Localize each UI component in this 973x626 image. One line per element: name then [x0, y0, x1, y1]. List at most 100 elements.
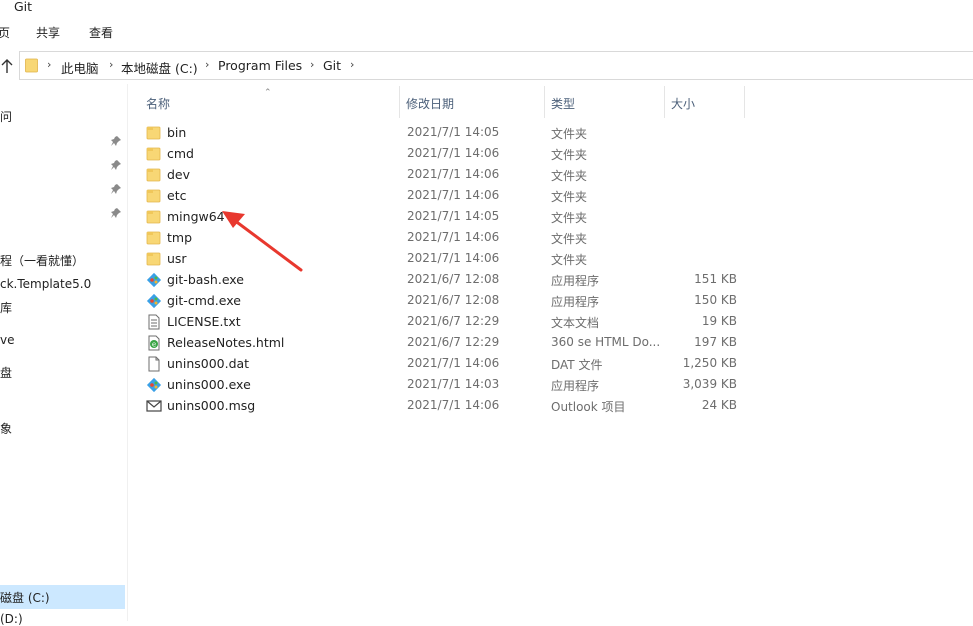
- folder-icon: [146, 210, 161, 224]
- breadcrumb-git[interactable]: Git: [323, 58, 341, 73]
- file-row[interactable]: unins000.exe 2021/7/1 14:03 应用程序 3,039 KB: [140, 374, 750, 395]
- column-header-size[interactable]: 大小: [671, 95, 695, 112]
- address-bar[interactable]: › 此电脑 › 本地磁盘 (C:) › Program Files › Git …: [19, 51, 973, 80]
- file-type: 文件夹: [551, 190, 588, 204]
- pin-icon[interactable]: [111, 208, 121, 218]
- column-divider[interactable]: [744, 86, 745, 118]
- sort-ascending-icon: ⌃: [264, 88, 272, 98]
- nav-item-objects[interactable]: 象: [0, 420, 12, 437]
- pin-icon[interactable]: [111, 160, 121, 170]
- breadcrumb-this-pc[interactable]: 此电脑: [61, 58, 99, 77]
- file-type: DAT 文件: [551, 358, 603, 372]
- file-size: 3,039 KB: [682, 377, 737, 391]
- file-date: 2021/7/1 14:06: [407, 167, 500, 181]
- file-size: 1,250 KB: [682, 356, 737, 370]
- column-divider[interactable]: [399, 86, 400, 118]
- breadcrumb-program-files[interactable]: Program Files: [218, 58, 302, 73]
- nav-item-onedrive[interactable]: ve: [0, 333, 14, 347]
- nav-item-quick-access[interactable]: 问: [0, 108, 12, 125]
- pin-icon[interactable]: [111, 184, 121, 194]
- file-date: 2021/7/1 14:06: [407, 146, 500, 160]
- breadcrumb-separator-icon: ›: [205, 58, 210, 71]
- file-date: 2021/7/1 14:03: [407, 377, 500, 391]
- file-size: 24 KB: [701, 398, 737, 412]
- text-file-icon: [148, 314, 160, 330]
- file-type: 文本文档: [551, 316, 600, 330]
- file-name: mingw64: [167, 209, 225, 224]
- column-divider[interactable]: [544, 86, 545, 118]
- file-row[interactable]: git-cmd.exe 2021/6/7 12:08 应用程序 150 KB: [140, 290, 750, 311]
- breadcrumb-separator-icon: ›: [47, 58, 52, 71]
- file-row[interactable]: e ReleaseNotes.html 2021/6/7 12:29 360 se H…: [140, 332, 750, 353]
- nav-item-library[interactable]: 库: [0, 299, 12, 316]
- file-size: 150 KB: [694, 293, 737, 307]
- tab-view[interactable]: 查看: [89, 24, 113, 41]
- file-date: 2021/7/1 14:06: [407, 251, 500, 265]
- file-type: 360 se HTML Do...: [551, 335, 661, 349]
- file-name: dev: [167, 167, 191, 182]
- file-type: 文件夹: [551, 232, 588, 246]
- file-date: 2021/7/1 14:06: [407, 398, 500, 412]
- nav-item-local-disk-c-label: 磁盘 (C:): [0, 591, 50, 605]
- file-row[interactable]: bin 2021/7/1 14:05 文件夹: [140, 122, 750, 143]
- breadcrumb-separator-icon: ›: [350, 58, 355, 71]
- file-type: 文件夹: [551, 253, 588, 267]
- file-date: 2021/7/1 14:06: [407, 188, 500, 202]
- window-title: Git: [14, 0, 33, 14]
- file-type: 文件夹: [551, 169, 588, 183]
- annotation-arrow-icon: [222, 211, 303, 272]
- file-name: unins000.dat: [167, 356, 250, 371]
- file-date: 2021/7/1 14:05: [407, 125, 500, 139]
- nav-item-drive[interactable]: 盘: [0, 364, 12, 381]
- ribbon-tabs: 页 共享 查看: [0, 16, 973, 44]
- file-date: 2021/7/1 14:06: [407, 230, 500, 244]
- html-file-icon: e: [148, 335, 160, 351]
- nav-item-tutorial[interactable]: 程（一看就懂）: [0, 252, 84, 269]
- file-row[interactable]: dev 2021/7/1 14:06 文件夹: [140, 164, 750, 185]
- file-type: 文件夹: [551, 148, 588, 162]
- folder-icon: [146, 231, 161, 245]
- file-name: cmd: [167, 146, 194, 161]
- file-type: 应用程序: [551, 295, 600, 309]
- column-divider[interactable]: [664, 86, 665, 118]
- folder-icon: [146, 189, 161, 203]
- file-row[interactable]: unins000.dat 2021/7/1 14:06 DAT 文件 1,250 KB: [140, 353, 750, 374]
- breadcrumb-separator-icon: ›: [109, 58, 114, 71]
- pin-icon[interactable]: [111, 136, 121, 146]
- up-arrow-icon[interactable]: [0, 58, 14, 74]
- file-date: 2021/6/7 12:08: [407, 293, 500, 307]
- git-app-icon: [146, 293, 162, 309]
- file-name: unins000.exe: [167, 377, 251, 392]
- breadcrumb-local-disk-c[interactable]: 本地磁盘 (C:): [121, 58, 198, 77]
- file-date: 2021/7/1 14:05: [407, 209, 500, 223]
- column-header-name[interactable]: 名称: [146, 95, 170, 112]
- file-name: ReleaseNotes.html: [167, 335, 285, 350]
- file-row[interactable]: unins000.msg 2021/7/1 14:06 Outlook 项目 24 K…: [140, 395, 750, 416]
- nav-item-template[interactable]: ck.Template5.0: [0, 277, 91, 291]
- folder-icon: [146, 126, 161, 140]
- file-name: tmp: [167, 230, 193, 245]
- nav-item-drive-d[interactable]: (D:): [0, 612, 23, 626]
- tab-page[interactable]: 页: [0, 24, 10, 41]
- blank-file-icon: [148, 356, 160, 372]
- file-date: 2021/6/7 12:29: [407, 335, 500, 349]
- git-app-icon: [146, 377, 162, 393]
- file-type: Outlook 项目: [551, 400, 626, 414]
- folder-icon: [146, 252, 161, 266]
- svg-text:e: e: [152, 341, 156, 349]
- mail-file-icon: [146, 400, 162, 412]
- folder-icon: [146, 168, 161, 182]
- file-date: 2021/6/7 12:29: [407, 314, 500, 328]
- file-name: LICENSE.txt: [167, 314, 241, 329]
- file-row[interactable]: etc 2021/7/1 14:06 文件夹: [140, 185, 750, 206]
- tab-share[interactable]: 共享: [36, 24, 60, 41]
- file-name: git-cmd.exe: [167, 293, 241, 308]
- file-row[interactable]: LICENSE.txt 2021/6/7 12:29 文本文档 19 KB: [140, 311, 750, 332]
- file-row[interactable]: cmd 2021/7/1 14:06 文件夹: [140, 143, 750, 164]
- file-size: 19 KB: [701, 314, 737, 328]
- column-header-type[interactable]: 类型: [551, 95, 575, 112]
- file-type: 文件夹: [551, 127, 588, 141]
- column-header-date[interactable]: 修改日期: [406, 95, 454, 112]
- file-type: 应用程序: [551, 274, 600, 288]
- file-type: 应用程序: [551, 379, 600, 393]
